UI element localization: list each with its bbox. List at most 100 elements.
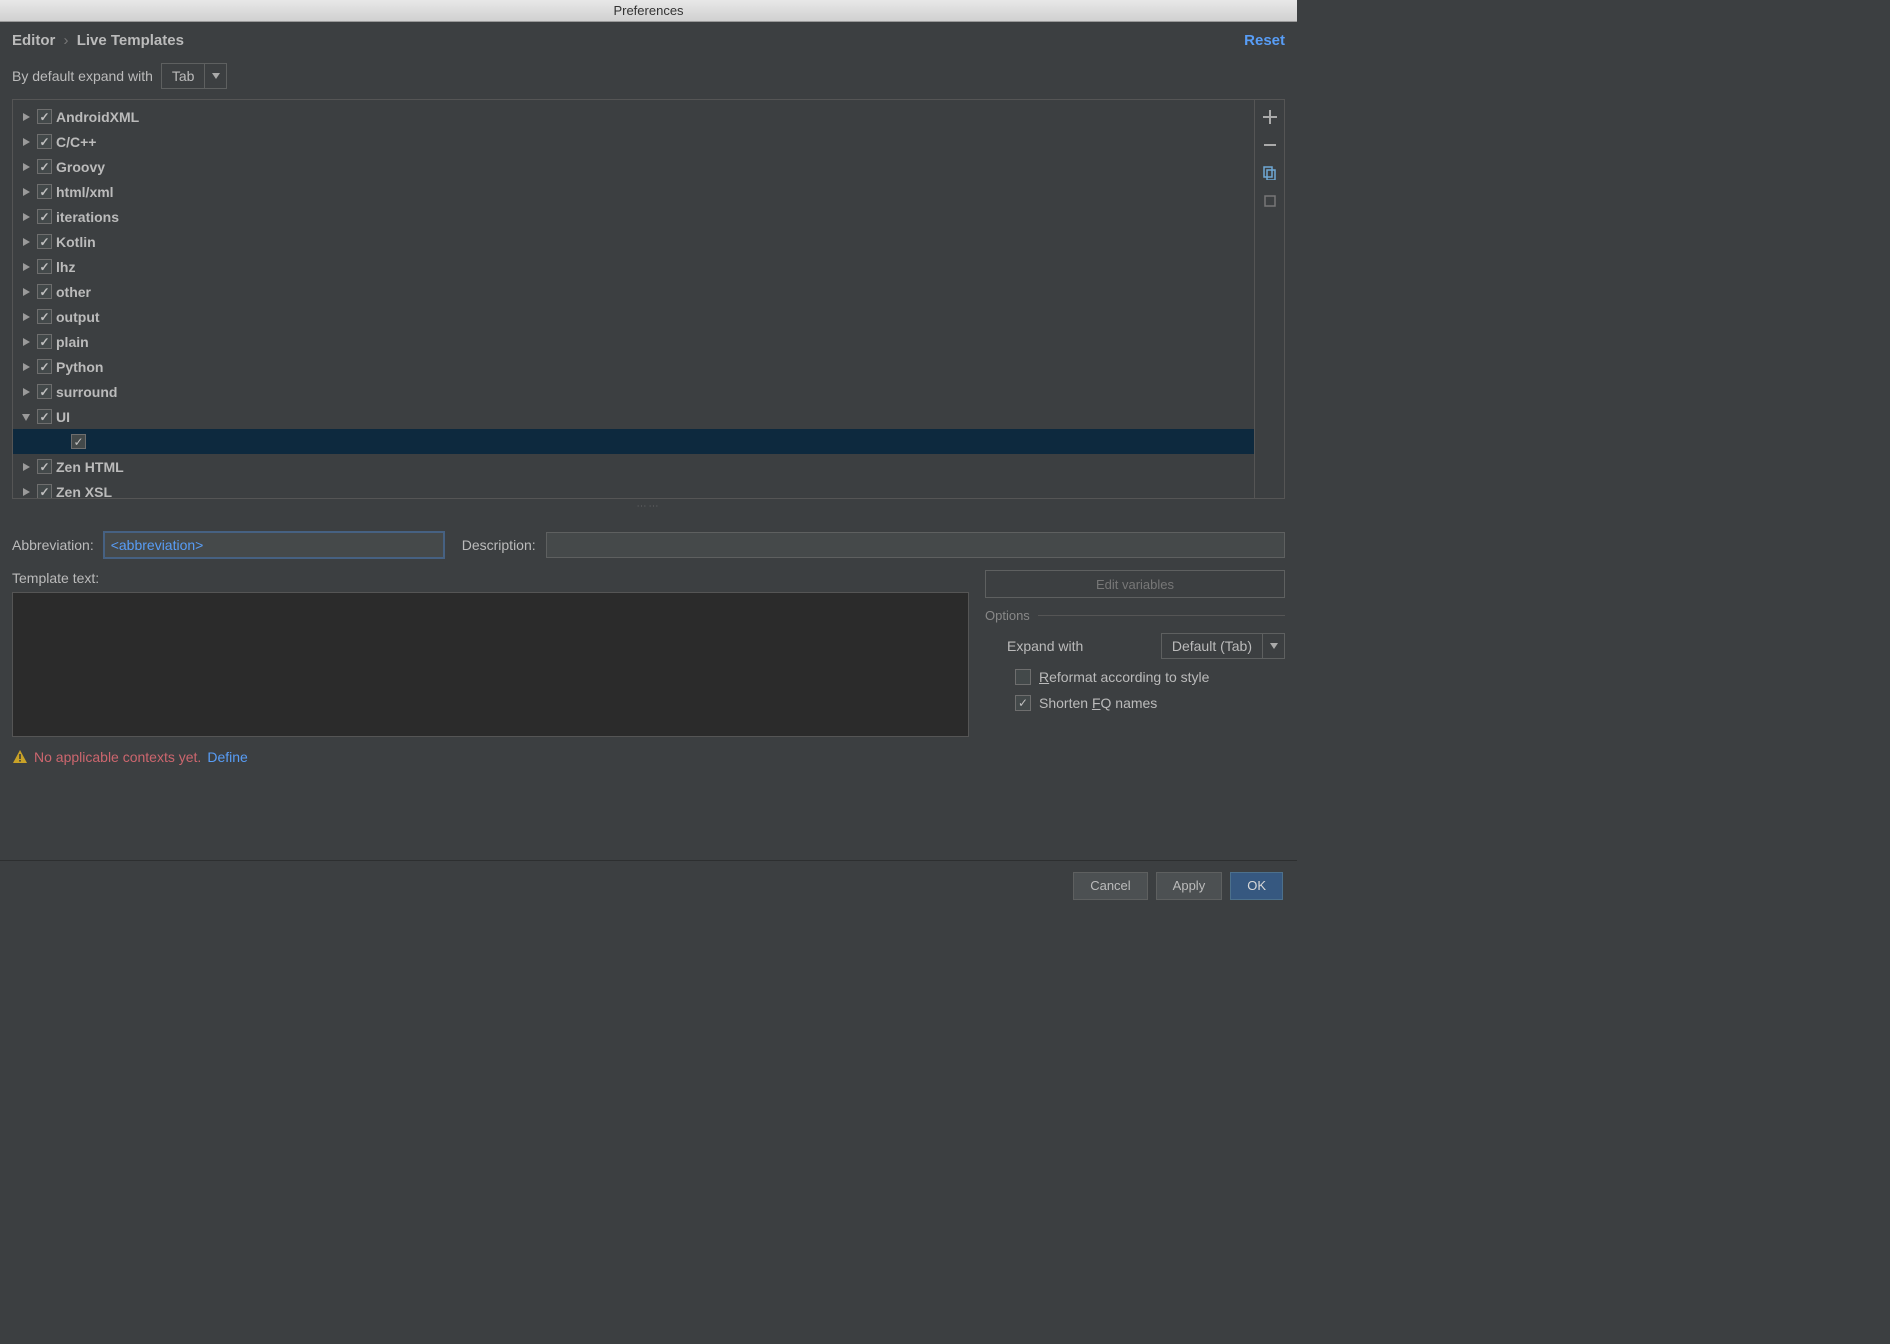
shorten-row: Shorten FQ names <box>985 695 1285 711</box>
expand-arrow-icon[interactable] <box>19 485 33 499</box>
tree-group-androidxml[interactable]: AndroidXML <box>13 104 1254 129</box>
expand-arrow-icon[interactable] <box>19 160 33 174</box>
tree-group-surround[interactable]: surround <box>13 379 1254 404</box>
tree-group-label: C/C++ <box>56 134 96 150</box>
group-checkbox[interactable] <box>37 359 52 374</box>
group-checkbox[interactable] <box>37 234 52 249</box>
expand-arrow-icon[interactable] <box>19 135 33 149</box>
reformat-row: RReformat according to styleeformat acco… <box>985 669 1285 685</box>
remove-button[interactable] <box>1261 136 1279 154</box>
description-label: Description: <box>462 537 536 553</box>
tree-group-label: surround <box>56 384 117 400</box>
tree-group-label: other <box>56 284 91 300</box>
tree-group-output[interactable]: output <box>13 304 1254 329</box>
templates-tree[interactable]: AndroidXML C/C++ Groovy html/xmliterations K… <box>13 100 1254 498</box>
tree-group-label: Python <box>56 359 103 375</box>
breadcrumb-separator: › <box>64 32 69 49</box>
apply-button[interactable]: Apply <box>1156 872 1223 900</box>
options-header-line <box>1038 615 1285 616</box>
reformat-checkbox[interactable] <box>1015 669 1031 685</box>
shorten-checkbox[interactable] <box>1015 695 1031 711</box>
tree-group-iterations[interactable]: iterations <box>13 204 1254 229</box>
window-titlebar: Preferences <box>0 0 1297 22</box>
chevron-down-icon <box>204 64 226 88</box>
tree-group-groovy[interactable]: Groovy <box>13 154 1254 179</box>
tree-group-label: Kotlin <box>56 234 96 250</box>
expand-arrow-icon[interactable] <box>19 210 33 224</box>
expand-arrow-icon[interactable] <box>19 360 33 374</box>
edit-variables-button[interactable]: Edit variables <box>985 570 1285 598</box>
template-text-col: Template text: No applicable contexts ye… <box>12 570 969 765</box>
group-checkbox[interactable] <box>37 159 52 174</box>
group-checkbox[interactable] <box>37 484 52 498</box>
group-checkbox[interactable] <box>37 259 52 274</box>
settings-button[interactable] <box>1261 192 1279 210</box>
tree-group-label: UI <box>56 409 70 425</box>
dialog-content: Editor › Live Templates Reset By default… <box>0 22 1297 860</box>
expand-arrow-icon[interactable] <box>19 260 33 274</box>
warning-icon <box>12 749 28 765</box>
reset-link[interactable]: Reset <box>1244 32 1285 49</box>
expand-arrow-icon[interactable] <box>19 235 33 249</box>
window-title: Preferences <box>613 3 683 18</box>
abbreviation-input[interactable] <box>104 532 444 558</box>
tree-group-zen-html[interactable]: Zen HTML <box>13 454 1254 479</box>
abbrev-desc-row: Abbreviation: Description: <box>12 532 1285 558</box>
default-expand-value: Tab <box>162 68 205 84</box>
tree-group-kotlin[interactable]: Kotlin <box>13 229 1254 254</box>
group-checkbox[interactable] <box>37 209 52 224</box>
shorten-label: Shorten FQ names <box>1039 695 1157 711</box>
resize-grip[interactable]: ⋯⋯ <box>12 499 1285 514</box>
expand-arrow-icon[interactable] <box>19 285 33 299</box>
expand-arrow-icon[interactable] <box>19 310 33 324</box>
context-warning-text: No applicable contexts yet. <box>34 749 201 765</box>
add-button[interactable] <box>1261 108 1279 126</box>
tree-template-item[interactable] <box>13 429 1254 454</box>
expand-with-label: Expand with <box>1007 638 1083 654</box>
breadcrumb-parent[interactable]: Editor <box>12 32 55 49</box>
breadcrumb-current: Live Templates <box>77 32 184 49</box>
ok-button[interactable]: OK <box>1230 872 1283 900</box>
group-checkbox[interactable] <box>37 384 52 399</box>
tree-group-python[interactable]: Python <box>13 354 1254 379</box>
group-checkbox[interactable] <box>37 109 52 124</box>
templates-tree-area: AndroidXML C/C++ Groovy html/xmliterations K… <box>12 99 1285 499</box>
reformat-label: RReformat according to styleeformat acco… <box>1039 669 1209 685</box>
tree-group-label: Groovy <box>56 159 105 175</box>
tree-group-plain[interactable]: plain <box>13 329 1254 354</box>
tree-group-zen-xsl[interactable]: Zen XSL <box>13 479 1254 498</box>
template-text-input[interactable] <box>12 592 969 737</box>
tree-group-html-xml[interactable]: html/xml <box>13 179 1254 204</box>
options-header-label: Options <box>985 608 1030 623</box>
default-expand-combo[interactable]: Tab <box>161 63 228 89</box>
tree-group-c-c-[interactable]: C/C++ <box>13 129 1254 154</box>
tree-group-label: lhz <box>56 259 75 275</box>
description-input[interactable] <box>546 532 1285 558</box>
group-checkbox[interactable] <box>37 284 52 299</box>
expand-arrow-icon[interactable] <box>19 385 33 399</box>
tree-group-label: output <box>56 309 100 325</box>
expand-arrow-icon[interactable] <box>19 335 33 349</box>
group-checkbox[interactable] <box>37 459 52 474</box>
group-checkbox[interactable] <box>71 434 86 449</box>
copy-button[interactable] <box>1261 164 1279 182</box>
tree-group-ui[interactable]: UI <box>13 404 1254 429</box>
expand-arrow-icon[interactable] <box>19 460 33 474</box>
expand-arrow-icon[interactable] <box>19 185 33 199</box>
define-context-link[interactable]: Define <box>207 749 247 765</box>
tree-group-label: plain <box>56 334 89 350</box>
group-checkbox[interactable] <box>37 309 52 324</box>
group-checkbox[interactable] <box>37 334 52 349</box>
expand-with-combo[interactable]: Default (Tab) <box>1161 633 1285 659</box>
cancel-button[interactable]: Cancel <box>1073 872 1147 900</box>
group-checkbox[interactable] <box>37 134 52 149</box>
tree-group-lhz[interactable]: lhz <box>13 254 1254 279</box>
expand-arrow-icon[interactable] <box>19 110 33 124</box>
template-form: Abbreviation: Description: Template text… <box>12 532 1285 765</box>
chevron-down-icon <box>1262 634 1284 658</box>
tree-group-other[interactable]: other <box>13 279 1254 304</box>
expand-arrow-icon[interactable] <box>19 410 33 424</box>
group-checkbox[interactable] <box>37 184 52 199</box>
default-expand-row: By default expand with Tab <box>12 63 1285 89</box>
group-checkbox[interactable] <box>37 409 52 424</box>
